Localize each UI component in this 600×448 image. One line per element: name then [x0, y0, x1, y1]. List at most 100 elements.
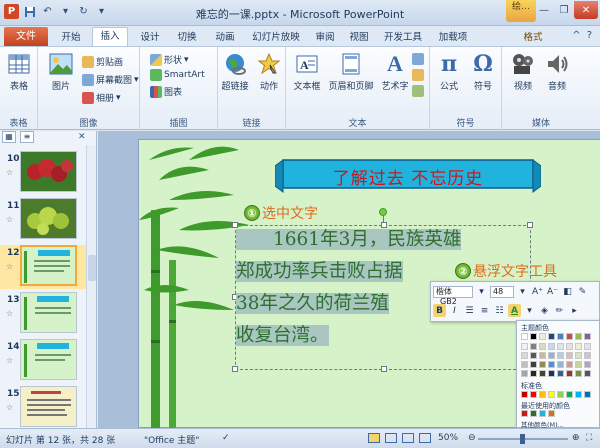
tab-view[interactable]: 视图 — [346, 29, 372, 43]
swatch[interactable] — [521, 410, 528, 417]
help-icon[interactable]: ? — [587, 30, 592, 41]
outline-tab-icon[interactable]: ≡ — [20, 131, 34, 143]
swatch[interactable] — [557, 361, 564, 368]
panel-scroll-thumb[interactable] — [88, 255, 96, 281]
shrink-font-icon[interactable]: A⁻ — [546, 285, 559, 298]
swatch[interactable] — [530, 333, 537, 340]
swatch[interactable] — [557, 333, 564, 340]
shape-fill-icon[interactable]: ◧ — [561, 285, 574, 298]
swatch[interactable] — [566, 391, 573, 398]
slides-tab-icon[interactable]: ▦ — [2, 131, 16, 143]
font-name-field[interactable]: 楷体_GB2 — [433, 285, 473, 306]
tab-developer[interactable]: 开发工具 — [380, 29, 426, 43]
tab-transitions[interactable]: 切换 — [172, 29, 202, 43]
swatch[interactable] — [521, 343, 528, 350]
album-button[interactable]: 相册 ▾ — [82, 91, 121, 104]
action-button[interactable]: 动作 — [252, 51, 286, 92]
zoom-slider[interactable] — [478, 434, 568, 444]
swatch[interactable] — [548, 333, 555, 340]
swatch[interactable] — [530, 343, 537, 350]
symbol-button[interactable]: Ω 符号 — [466, 51, 500, 92]
swatch[interactable] — [584, 361, 591, 368]
tab-slideshow[interactable]: 幻灯片放映 — [248, 29, 304, 43]
resize-handle-s[interactable] — [381, 366, 387, 372]
swatch[interactable] — [566, 370, 573, 377]
swatch[interactable] — [539, 361, 546, 368]
zoom-slider-thumb[interactable] — [520, 434, 525, 444]
swatch[interactable] — [530, 352, 537, 359]
slide-thumb-10[interactable]: 10 ☆ — [0, 151, 86, 195]
swatch[interactable] — [584, 391, 591, 398]
tab-review[interactable]: 审阅 — [312, 29, 338, 43]
picture-button[interactable]: 图片 — [44, 51, 78, 92]
tab-addins[interactable]: 加载项 — [434, 29, 472, 43]
body-line-3[interactable]: 38年之久的荷兰殖 — [236, 290, 390, 317]
align-right-icon[interactable]: ☷ — [493, 304, 506, 317]
swatch[interactable] — [548, 391, 555, 398]
screenshot-button[interactable]: 屏幕截图 ▾ — [82, 73, 139, 86]
table-button[interactable]: 表格 — [2, 51, 36, 92]
title-banner[interactable]: 了解过去 不忘历史 — [275, 156, 541, 196]
slide-thumb-13[interactable]: 13 ☆ — [0, 292, 86, 336]
swatch[interactable] — [539, 333, 546, 340]
selected-text[interactable]: 1661年3月，民族英雄 — [236, 229, 462, 250]
swatch[interactable] — [584, 343, 591, 350]
swatch[interactable] — [530, 391, 537, 398]
zoom-level[interactable]: 50% — [438, 433, 458, 443]
equation-button[interactable]: π 公式 — [432, 51, 466, 92]
tab-file[interactable]: 文件 — [4, 27, 48, 46]
swatch[interactable] — [539, 343, 546, 350]
highlight-icon[interactable]: ◈ — [538, 304, 551, 317]
line-color-icon[interactable]: ✏ — [553, 304, 566, 317]
wordart-button[interactable]: A 艺术字 — [378, 51, 412, 92]
zoom-in-icon[interactable]: ⊕ — [572, 433, 580, 443]
shapes-button[interactable]: 形状 ▾ — [150, 53, 189, 66]
swatch[interactable] — [521, 391, 528, 398]
swatch[interactable] — [557, 343, 564, 350]
tab-design[interactable]: 设计 — [136, 29, 164, 43]
swatch[interactable] — [557, 391, 564, 398]
selected-text[interactable]: 收复台湾。 — [236, 325, 329, 346]
body-line-1[interactable]: 1661年3月，民族英雄 — [236, 226, 462, 253]
resize-handle-ne[interactable] — [527, 222, 533, 228]
swatch[interactable] — [539, 370, 546, 377]
format-painter-icon[interactable]: ✎ — [576, 285, 589, 298]
swatch[interactable] — [557, 352, 564, 359]
swatch[interactable] — [575, 333, 582, 340]
textbox-button[interactable]: A 文本框 — [290, 51, 324, 92]
swatch[interactable] — [521, 333, 528, 340]
size-dropdown-icon[interactable]: ▾ — [516, 285, 529, 298]
font-color-dropdown-icon[interactable]: ▾ — [523, 304, 536, 317]
body-line-2[interactable]: 郑成功率兵击败占据 — [236, 258, 403, 285]
swatch[interactable] — [530, 410, 537, 417]
swatch[interactable] — [566, 352, 573, 359]
body-line-4[interactable]: 收复台湾。 — [236, 322, 329, 349]
bold-button[interactable]: B — [433, 304, 446, 317]
swatch[interactable] — [575, 343, 582, 350]
slide-thumb-14[interactable]: 14 ☆ — [0, 339, 86, 383]
swatch[interactable] — [530, 370, 537, 377]
close-button[interactable]: ✕ — [574, 1, 598, 19]
rotation-handle[interactable] — [379, 208, 387, 216]
tab-format[interactable]: 格式 — [518, 29, 548, 43]
swatch[interactable] — [548, 370, 555, 377]
swatch[interactable] — [575, 352, 582, 359]
align-center-icon[interactable]: ≡ — [478, 304, 491, 317]
more-options-icon[interactable]: ▸ — [568, 304, 581, 317]
swatch[interactable] — [539, 391, 546, 398]
swatch[interactable] — [575, 361, 582, 368]
align-left-icon[interactable]: ☰ — [463, 304, 476, 317]
slide-sorter-icon[interactable] — [385, 433, 397, 443]
minimize-button[interactable]: — — [534, 1, 554, 19]
date-time-icon[interactable] — [412, 53, 424, 65]
swatch[interactable] — [521, 352, 528, 359]
hyperlink-button[interactable]: 超链接 — [218, 51, 252, 92]
restore-button[interactable]: ❐ — [554, 1, 574, 19]
font-color-button[interactable]: A — [508, 304, 521, 317]
panel-close-icon[interactable]: ✕ — [78, 132, 86, 142]
slide-thumb-11[interactable]: 11 ☆ — [0, 198, 86, 242]
audio-button[interactable]: 音频 — [540, 51, 574, 92]
grow-font-icon[interactable]: A⁺ — [531, 285, 544, 298]
swatch[interactable] — [548, 343, 555, 350]
normal-view-icon[interactable] — [368, 433, 380, 443]
